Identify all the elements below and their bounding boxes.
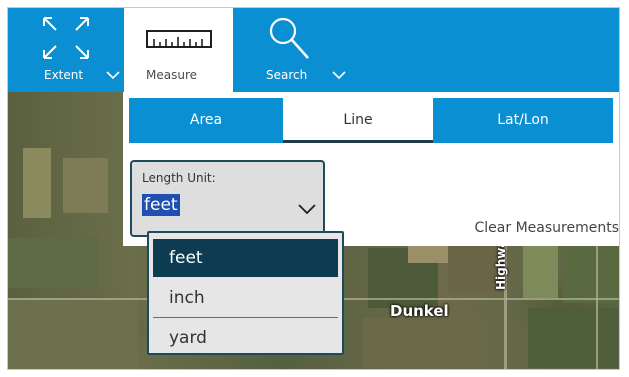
app-frame: Dunkel Highway 51 Extent Measure Search … (7, 7, 620, 370)
map-town-label: Dunkel (390, 302, 449, 320)
map-field (523, 243, 558, 298)
map-field (8, 238, 98, 288)
chevron-down-icon (332, 71, 346, 80)
tab-line[interactable]: Line (283, 98, 433, 143)
expand-arrows-icon (43, 17, 89, 59)
map-field (408, 243, 448, 263)
map-road (596, 238, 598, 369)
search-button[interactable]: Search (248, 8, 358, 92)
map-field (563, 248, 618, 303)
map-field (63, 158, 108, 213)
ruler-icon (146, 30, 212, 48)
map-field (363, 318, 483, 368)
tab-area[interactable]: Area (129, 98, 283, 143)
unit-dropdown-list: feet inch yard (147, 231, 344, 355)
extent-label: Extent (44, 68, 84, 82)
toolbar: Extent Measure Search (8, 8, 619, 92)
option-divider (153, 317, 338, 318)
chevron-down-icon (106, 71, 120, 80)
measure-panel: X Area Line Lat/Lon Length Unit: feet Cl… (123, 92, 619, 246)
clear-measurements-button[interactable]: Clear Measurements (475, 220, 619, 236)
map-field (8, 298, 138, 369)
measure-label: Measure (146, 68, 197, 82)
search-label: Search (266, 68, 308, 82)
length-unit-label: Length Unit: (142, 171, 216, 185)
length-unit-value: feet (142, 194, 180, 216)
chevron-down-icon (298, 204, 316, 215)
tab-lat-lon[interactable]: Lat/Lon (433, 98, 613, 143)
extent-button[interactable]: Extent (8, 8, 124, 92)
map-field (528, 308, 618, 368)
measure-tabs: Area Line Lat/Lon (129, 98, 613, 146)
magnifier-icon (269, 17, 309, 59)
unit-option-inch[interactable]: inch (153, 279, 338, 317)
unit-option-feet[interactable]: feet (153, 239, 338, 277)
unit-option-yard[interactable]: yard (153, 319, 338, 357)
length-unit-select[interactable]: Length Unit: feet (130, 160, 325, 237)
map-field (23, 148, 51, 218)
measure-button[interactable]: Measure (124, 8, 233, 92)
